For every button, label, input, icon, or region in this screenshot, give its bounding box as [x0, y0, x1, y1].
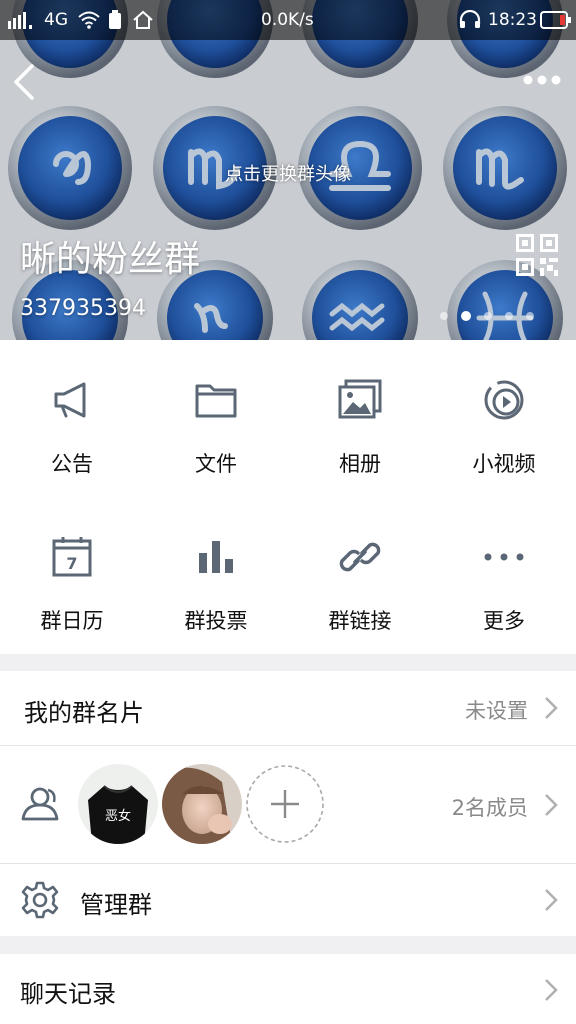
- member-count: 2名成员: [451, 796, 528, 820]
- network-speed: 0.0K/s: [261, 10, 314, 30]
- headset-icon: [459, 10, 481, 28]
- action-label: 群日历: [40, 609, 104, 633]
- action-album[interactable]: 相册: [288, 340, 432, 497]
- chevron-right-icon: [545, 697, 558, 719]
- calendar-day: 7: [66, 554, 77, 573]
- action-label: 小视频: [472, 452, 536, 476]
- chevron-right-icon: [545, 889, 558, 911]
- chat-history-row[interactable]: 聊天记录: [0, 954, 576, 1024]
- action-label: 文件: [195, 452, 237, 476]
- video-icon: [484, 380, 524, 420]
- action-label: 群链接: [328, 609, 392, 633]
- calendar-icon: 7: [52, 537, 92, 577]
- megaphone-icon: [54, 382, 86, 418]
- row-title: 管理群: [80, 891, 152, 919]
- group-name: 晰的粉丝群: [20, 239, 201, 280]
- action-files[interactable]: 文件: [144, 340, 288, 497]
- action-group-link[interactable]: 群链接: [288, 497, 432, 654]
- page-dot: [484, 312, 492, 320]
- page-dot-active: [461, 311, 471, 321]
- page-dot: [440, 312, 448, 320]
- page-indicator: [440, 311, 534, 321]
- action-group-calendar[interactable]: 7 群日历: [0, 497, 144, 654]
- page-dot: [505, 312, 513, 320]
- action-label: 相册: [339, 452, 381, 476]
- group-id: 337935394: [20, 296, 146, 321]
- change-avatar-hint[interactable]: 点击更换群头像: [0, 160, 576, 186]
- row-title: 聊天记录: [20, 980, 116, 1008]
- members-icon: [21, 787, 59, 821]
- action-more[interactable]: 更多: [432, 497, 576, 654]
- chevron-right-icon: [545, 979, 558, 1001]
- shirt-text: 恶女: [105, 808, 131, 824]
- album-icon: [338, 379, 382, 419]
- page-dot: [526, 312, 534, 320]
- action-grid: 公告 文件 相册 小视频 7 群日历 群投票 群链接 更多: [0, 340, 576, 654]
- action-short-video[interactable]: 小视频: [432, 340, 576, 497]
- action-label: 公告: [51, 452, 93, 476]
- qr-code-icon[interactable]: [516, 234, 558, 276]
- action-label: 更多: [483, 609, 525, 633]
- action-label: 群投票: [184, 609, 248, 633]
- add-member-button[interactable]: [245, 764, 325, 844]
- wifi-icon: [78, 11, 100, 29]
- more-options-icon[interactable]: [522, 70, 562, 90]
- vote-icon: [199, 541, 233, 573]
- status-bar: 4G 0.0K/s 18:23: [0, 0, 576, 40]
- more-icon: [484, 553, 524, 561]
- battery-icon: [540, 11, 571, 29]
- action-announcement[interactable]: 公告: [0, 340, 144, 497]
- back-arrow-icon[interactable]: [10, 62, 46, 102]
- members-row[interactable]: 恶女 2名成员: [0, 746, 576, 863]
- chevron-right-icon: [545, 794, 558, 816]
- member-avatar[interactable]: 恶女: [78, 764, 158, 844]
- gear-icon: [21, 881, 59, 919]
- my-group-card-row[interactable]: 我的群名片 未设置: [0, 671, 576, 745]
- clock: 18:23: [488, 10, 537, 30]
- network-type: 4G: [44, 10, 68, 30]
- home-icon: [133, 10, 153, 29]
- folder-icon: [195, 384, 237, 418]
- row-value: 未设置: [465, 699, 528, 723]
- row-title: 我的群名片: [24, 699, 144, 727]
- member-avatar[interactable]: [162, 764, 242, 844]
- link-icon: [339, 542, 381, 572]
- manage-group-row[interactable]: 管理群: [0, 864, 576, 936]
- action-group-vote[interactable]: 群投票: [144, 497, 288, 654]
- group-header[interactable]: 4G 0.0K/s 18:23 点击更换群头像 晰的粉丝群 337935394: [0, 0, 576, 340]
- signal-icon: [8, 12, 32, 29]
- sim-battery-icon: [109, 10, 121, 29]
